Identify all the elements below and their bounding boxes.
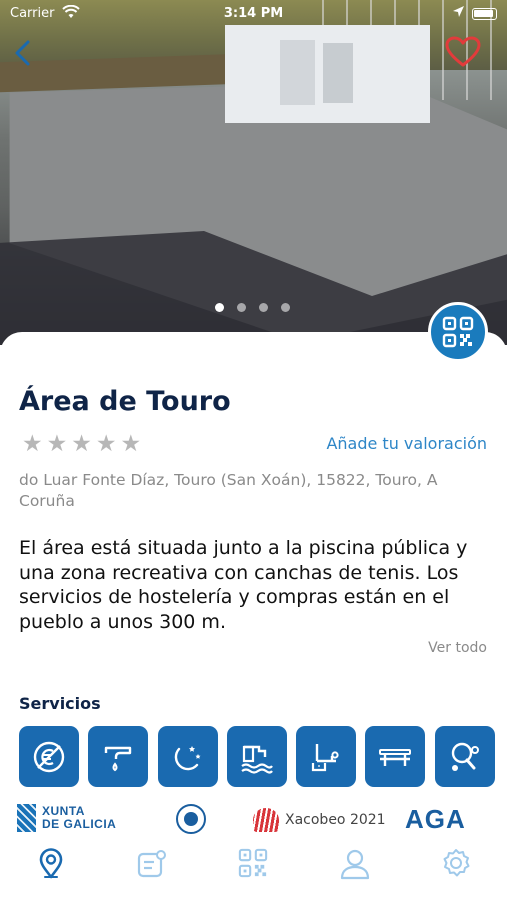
place-address: do Luar Fonte Díaz, Touro (San Xoán), 15… [19,471,438,510]
heart-icon [445,36,481,67]
star-icon: ★ [120,431,142,457]
xunta-logo: XUNTA DE GALICIA [17,804,116,832]
map-pin-icon [39,848,62,879]
page-dot-active[interactable] [215,303,224,312]
water-tap-icon [105,746,132,771]
tab-news[interactable] [101,840,202,900]
photo-building-wall [280,40,315,105]
add-rating-link[interactable]: Añade tu valoración [326,434,487,453]
star-icon: ★ [22,431,43,457]
service-picnic[interactable] [365,726,426,787]
service-sink[interactable] [296,726,357,787]
back-button[interactable] [10,38,38,68]
no-cost-icon [33,741,65,772]
see-all-link[interactable]: Ver todo [428,640,487,656]
tab-qr[interactable] [203,840,304,900]
waste-disposal-icon [241,745,273,774]
services-heading: Servicios [19,694,101,713]
picnic-table-icon [379,748,412,766]
service-table-tennis[interactable] [434,726,495,787]
xunta-label-line2: DE GALICIA [42,817,117,831]
status-bar: Carrier 3:14 PM [0,4,507,24]
rating-stars: ★ ★ ★ ★ ★ [22,433,141,456]
tab-map[interactable] [0,840,101,900]
qr-code-icon [442,316,474,348]
xacobeo-logo: Xacobeo 2021 [253,808,386,832]
aga-logo: AGA [405,804,466,834]
photo-building-wall [323,43,353,103]
sink-icon [312,743,339,771]
service-overnight[interactable] [157,726,218,787]
battery-icon [472,8,497,20]
services-list [19,726,495,787]
clock: 3:14 PM [223,6,284,21]
star-icon: ★ [71,431,92,457]
tab-settings[interactable] [406,840,507,900]
qr-code-icon [239,848,268,878]
favorite-button[interactable] [445,36,481,68]
star-icon: ★ [46,431,68,457]
table-tennis-icon [451,742,479,771]
settings-icon [443,849,470,877]
sponsor-logos: XUNTA DE GALICIA Xacobeo 2021 AGA [0,798,507,838]
service-water[interactable] [88,726,149,787]
place-title: Área de Touro [19,386,231,417]
overnight-stay-icon [174,745,201,770]
tab-profile[interactable] [304,840,405,900]
service-waste-disposal[interactable] [226,726,287,787]
scallop-shell-icon [253,808,279,832]
tab-bar [0,840,507,900]
place-description: El área está situada junto a la piscina … [19,537,468,633]
location-arrow-icon [452,5,465,22]
chevron-left-icon [15,40,30,66]
galicia-flag-icon [17,804,36,832]
photo-service-building [225,25,430,123]
service-no-cost[interactable] [19,726,79,787]
qr-scan-button[interactable] [428,302,488,362]
page-dot[interactable] [281,303,290,312]
page-dot[interactable] [237,303,246,312]
xacobeo-label: Xacobeo 2021 [285,812,386,828]
seal-logo-icon [176,804,206,834]
gallery-page-indicator[interactable] [215,303,290,312]
star-icon: ★ [95,431,117,457]
user-icon [340,849,369,880]
hero-photo[interactable] [0,0,507,345]
page-dot[interactable] [259,303,268,312]
news-icon [137,850,167,878]
